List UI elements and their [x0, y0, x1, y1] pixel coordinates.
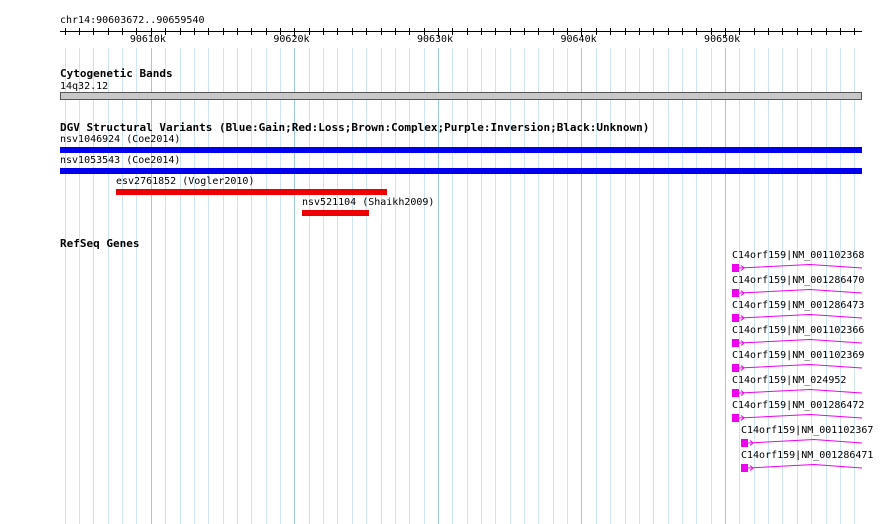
dgv-variant-bar[interactable] — [60, 147, 862, 153]
gene-exon — [741, 439, 748, 447]
gene-model[interactable] — [732, 312, 862, 324]
gene-model[interactable] — [741, 462, 862, 474]
gene-intron-line — [738, 363, 862, 369]
cytoband-track-title: Cytogenetic Bands — [60, 67, 173, 80]
gene-intron-line — [738, 313, 862, 319]
dgv-track-title: DGV Structural Variants (Blue:Gain;Red:L… — [60, 121, 650, 134]
gene-label: C14orf159|NM_001286470 — [732, 275, 865, 286]
gene-label: C14orf159|NM_001102369 — [732, 350, 865, 361]
cytoband-bar[interactable] — [60, 92, 862, 100]
gene-intron-line — [747, 463, 862, 469]
ruler-tick-label: 90640k — [560, 34, 597, 45]
gene-label: C14orf159|NM_001286471 — [741, 450, 874, 461]
dgv-variant-label: nsv1046924 (Coe2014) — [60, 134, 181, 145]
gene-exon — [741, 464, 748, 472]
dgv-variant-label: nsv1053543 (Coe2014) — [60, 155, 181, 166]
ruler-tick-label: 90630k — [416, 34, 454, 45]
ruler-tick-label: 90650k — [704, 34, 741, 45]
refseq-track-title: RefSeq Genes — [60, 237, 140, 250]
gene-intron-line — [738, 413, 862, 419]
gene-label: C14orf159|NM_001102368 — [732, 250, 865, 261]
dgv-variant-bar[interactable] — [116, 189, 387, 195]
gene-model[interactable] — [732, 362, 862, 374]
gene-exon — [732, 314, 739, 322]
ruler-tick-label: 90610k — [129, 34, 166, 45]
ruler-tick-label: 90620k — [273, 34, 310, 45]
gene-label: C14orf159|NM_024952 — [732, 375, 847, 386]
gene-exon — [732, 364, 739, 372]
gene-exon — [732, 414, 739, 422]
gene-model[interactable] — [732, 412, 862, 424]
gene-exon — [732, 389, 739, 397]
gene-label: C14orf159|NM_001102366 — [732, 325, 865, 336]
gene-intron-line — [738, 263, 862, 269]
gene-exon — [732, 339, 739, 347]
dgv-variant-bar[interactable] — [60, 168, 862, 174]
gene-model[interactable] — [732, 262, 862, 274]
dgv-variant-label: nsv521104 (Shaikh2009) — [302, 197, 435, 208]
gene-model[interactable] — [741, 437, 862, 449]
region-label: chr14:90603672..90659540 — [60, 15, 205, 26]
gene-exon — [732, 289, 739, 297]
gene-exon — [732, 264, 739, 272]
dgv-variant-bar[interactable] — [302, 210, 369, 216]
gene-label: C14orf159|NM_001286473 — [732, 300, 865, 311]
gene-label: C14orf159|NM_001286472 — [732, 400, 865, 411]
gene-intron-line — [747, 438, 862, 444]
genome-browser-view: chr14:90603672..90659540 90610k 90620k 906… — [0, 0, 890, 524]
gene-intron-line — [738, 338, 862, 344]
gene-model[interactable] — [732, 337, 862, 349]
dgv-variant-label: esv2761852 (Vogler2010) — [116, 176, 255, 187]
gene-label: C14orf159|NM_001102367 — [741, 425, 874, 436]
gene-intron-line — [738, 388, 862, 394]
gene-intron-line — [738, 288, 862, 294]
gene-model[interactable] — [732, 287, 862, 299]
gene-model[interactable] — [732, 387, 862, 399]
cytoband-label: 14q32.12 — [60, 81, 109, 92]
